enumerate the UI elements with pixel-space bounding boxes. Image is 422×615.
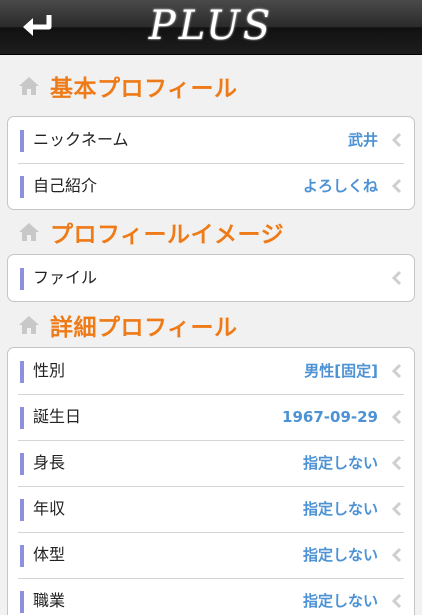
section-title-basic: 基本プロフィール (18, 69, 238, 103)
section-title-detail: 詳細プロフィール (18, 308, 238, 342)
row-marker (20, 591, 24, 613)
row-value: 指定しない (302, 500, 378, 518)
row-marker (20, 407, 24, 429)
chevron-left-icon (391, 363, 402, 379)
home-icon (19, 77, 39, 95)
row-marker (20, 176, 24, 198)
app-logo: PLUS (148, 3, 274, 49)
row-marker (20, 130, 24, 152)
profile-row-nickname[interactable]: ニックネーム 武井 (8, 117, 414, 163)
profile-row-gender[interactable]: 性別 男性[固定] (8, 348, 414, 394)
chevron-left-icon (391, 455, 402, 471)
row-label: 自己紹介 (33, 176, 98, 195)
chevron-left-icon (391, 270, 402, 286)
profile-row-file[interactable]: ファイル (8, 255, 414, 301)
row-value: 武井 (347, 131, 378, 149)
row-label: 誕生日 (33, 407, 82, 426)
app-header: PLUS (0, 0, 422, 55)
profile-card-basic: ニックネーム 武井 自己紹介 よろしくね (7, 116, 415, 210)
chevron-left-icon (391, 178, 402, 194)
profile-row-birthday[interactable]: 誕生日 1967-09-29 (8, 394, 414, 440)
row-value: 指定しない (302, 454, 378, 472)
chevron-left-icon (391, 547, 402, 563)
row-value: 指定しない (302, 592, 378, 610)
profile-row-height[interactable]: 身長 指定しない (8, 440, 414, 486)
chevron-left-icon (391, 593, 402, 609)
row-label: 性別 (33, 361, 66, 380)
chevron-left-icon (391, 409, 402, 425)
profile-row-introduction[interactable]: 自己紹介 よろしくね (8, 163, 414, 209)
row-label: 年収 (33, 499, 66, 518)
row-label: ニックネーム (33, 130, 129, 149)
row-value: 1967-09-29 (282, 408, 378, 426)
row-value: 男性[固定] (304, 362, 378, 380)
row-label: ファイル (33, 268, 98, 287)
profile-card-detail: 性別 男性[固定] 誕生日 1967-09-29 身長 指定しない 年収 指定し… (7, 347, 415, 615)
profile-row-occupation[interactable]: 職業 指定しない (8, 578, 414, 615)
profile-card-image: ファイル (7, 254, 415, 302)
profile-row-body-type[interactable]: 体型 指定しない (8, 532, 414, 578)
chevron-left-icon (391, 132, 402, 148)
row-marker (20, 453, 24, 475)
section-title-image: プロフィールイメージ (18, 215, 284, 249)
home-icon (19, 316, 39, 334)
section-title-text: プロフィールイメージ (50, 222, 285, 248)
row-marker (20, 499, 24, 521)
home-icon (19, 223, 39, 241)
row-value: よろしくね (302, 177, 378, 195)
profile-row-income[interactable]: 年収 指定しない (8, 486, 414, 532)
row-label: 身長 (33, 453, 66, 472)
row-value: 指定しない (302, 546, 378, 564)
section-title-text: 基本プロフィール (50, 76, 238, 102)
row-marker (20, 361, 24, 383)
section-title-text: 詳細プロフィール (50, 315, 238, 341)
chevron-left-icon (391, 501, 402, 517)
row-label: 職業 (33, 591, 66, 610)
row-marker (20, 268, 24, 290)
row-marker (20, 545, 24, 567)
row-label: 体型 (33, 545, 66, 564)
